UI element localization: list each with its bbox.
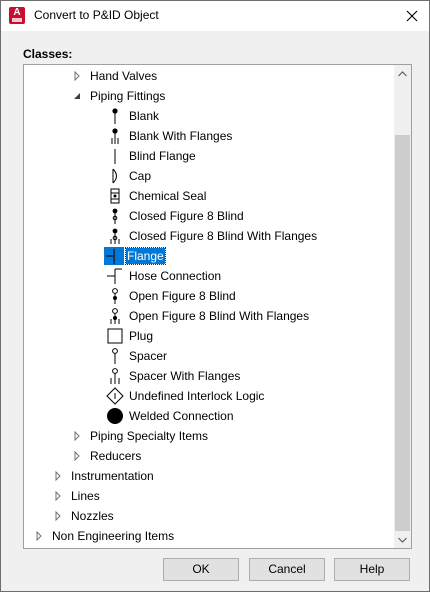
tree-item-spacer[interactable]: Spacer [24, 346, 394, 366]
tree-item-label: Closed Figure 8 Blind With Flanges [129, 229, 318, 243]
cancel-button[interactable]: Cancel [249, 558, 325, 581]
tree-node-label: Lines [71, 489, 100, 503]
tree-item-cap[interactable]: Cap [24, 166, 394, 186]
tree-item-label: Plug [129, 329, 154, 343]
window-title: Convert to P&ID Object [34, 8, 159, 22]
expand-arrow-icon[interactable] [34, 531, 44, 541]
close-button[interactable] [401, 5, 423, 27]
tree-item-label: Open Figure 8 Blind With Flanges [129, 309, 310, 323]
tree-node-label: Reducers [90, 449, 142, 463]
classes-tree[interactable]: Hand Valves Piping Fittings Blank Blank … [23, 64, 412, 549]
tree-item-label: Blank [129, 109, 160, 123]
convert-dialog: A Convert to P&ID Object Classes: Hand V… [0, 0, 430, 592]
plug-icon [106, 327, 124, 345]
tree-node-label: Hand Valves [90, 69, 158, 83]
tree-node-lines[interactable]: Lines [24, 486, 394, 506]
scroll-up-button[interactable] [394, 65, 411, 82]
tree-item-spacer-with-flanges[interactable]: Spacer With Flanges [24, 366, 394, 386]
tree-item-label: Spacer With Flanges [129, 369, 241, 383]
welded-connection-icon [106, 407, 124, 425]
tree-node-label: Piping Fittings [90, 89, 166, 103]
chevron-down-icon [398, 537, 407, 543]
tree-item-chemical-seal[interactable]: Chemical Seal [24, 186, 394, 206]
tree-item-label: Open Figure 8 Blind [129, 289, 236, 303]
closed-figure-8-blind-icon [106, 207, 124, 225]
classes-label: Classes: [23, 47, 73, 61]
tree-item-label: Closed Figure 8 Blind [129, 209, 244, 223]
tree-item-plug[interactable]: Plug [24, 326, 394, 346]
open-figure-8-blind-icon [106, 287, 124, 305]
flange-icon [104, 247, 124, 265]
tree-item-closed-figure-8-blind-with-flanges[interactable]: Closed Figure 8 Blind With Flanges [24, 226, 394, 246]
tree-item-blank[interactable]: Blank [24, 106, 394, 126]
tree-item-label: Spacer [129, 349, 168, 363]
tree-node-reducers[interactable]: Reducers [24, 446, 394, 466]
expand-arrow-icon[interactable] [53, 491, 63, 501]
scroll-thumb[interactable] [395, 135, 410, 531]
tree-node-non-engineering-items[interactable]: Non Engineering Items [24, 526, 394, 546]
open-figure-8-blind-with-flanges-icon [106, 307, 124, 325]
tree-item-closed-figure-8-blind[interactable]: Closed Figure 8 Blind [24, 206, 394, 226]
tree-item-label: Blank With Flanges [129, 129, 233, 143]
tree-item-open-figure-8-blind-with-flanges[interactable]: Open Figure 8 Blind With Flanges [24, 306, 394, 326]
tree-node-label: Piping Specialty Items [90, 429, 209, 443]
expand-arrow-icon[interactable] [53, 511, 63, 521]
expand-arrow-icon[interactable] [72, 71, 82, 81]
chevron-up-icon [398, 71, 407, 77]
close-icon [406, 10, 418, 22]
tree-viewport: Hand Valves Piping Fittings Blank Blank … [24, 65, 394, 548]
tree-item-label: Undefined Interlock Logic [129, 389, 265, 403]
tree-item-label: Chemical Seal [129, 189, 207, 203]
blank-with-flanges-icon [106, 127, 124, 145]
tree-node-piping-specialty-items[interactable]: Piping Specialty Items [24, 426, 394, 446]
tree-node-hand-valves[interactable]: Hand Valves [24, 66, 394, 86]
spacer-icon [106, 347, 124, 365]
tree-item-blind-flange[interactable]: Blind Flange [24, 146, 394, 166]
tree-item-label: Blind Flange [129, 149, 196, 163]
tree-item-hose-connection[interactable]: Hose Connection [24, 266, 394, 286]
scroll-down-button[interactable] [394, 531, 411, 548]
tree-node-instrumentation[interactable]: Instrumentation [24, 466, 394, 486]
spacer-with-flanges-icon [106, 367, 124, 385]
tree-item-label: Welded Connection [129, 409, 234, 423]
cap-icon [106, 167, 124, 185]
autocad-app-icon: A [9, 7, 25, 24]
tree-node-label: Nozzles [71, 509, 114, 523]
hose-connection-icon [106, 267, 124, 285]
tree-item-label: Hose Connection [129, 269, 222, 283]
ok-button[interactable]: OK [163, 558, 239, 581]
blind-flange-icon [106, 147, 124, 165]
tree-item-undefined-interlock-logic[interactable]: Undefined Interlock Logic [24, 386, 394, 406]
vertical-scrollbar[interactable] [394, 65, 411, 548]
app-icon-letter: A [13, 7, 21, 18]
expand-arrow-icon[interactable] [53, 471, 63, 481]
tree-node-label: Instrumentation [71, 469, 154, 483]
tree-item-label: Cap [129, 169, 152, 183]
tree-item-flange[interactable]: Flange [24, 246, 394, 266]
blank-icon [106, 107, 124, 125]
collapse-arrow-icon[interactable] [72, 91, 82, 101]
tree-item-blank-with-flanges[interactable]: Blank With Flanges [24, 126, 394, 146]
tree-item-open-figure-8-blind[interactable]: Open Figure 8 Blind [24, 286, 394, 306]
title-bar: A Convert to P&ID Object [1, 1, 429, 31]
chemical-seal-icon [106, 187, 124, 205]
tree-node-piping-fittings[interactable]: Piping Fittings [24, 86, 394, 106]
help-button[interactable]: Help [334, 558, 410, 581]
closed-figure-8-blind-with-flanges-icon [106, 227, 124, 245]
expand-arrow-icon[interactable] [72, 451, 82, 461]
tree-item-welded-connection[interactable]: Welded Connection [24, 406, 394, 426]
tree-node-nozzles[interactable]: Nozzles [24, 506, 394, 526]
tree-item-label-selected: Flange [125, 247, 166, 265]
tree-node-label: Non Engineering Items [52, 529, 175, 543]
expand-arrow-icon[interactable] [72, 431, 82, 441]
interlock-diamond-icon [106, 387, 124, 405]
